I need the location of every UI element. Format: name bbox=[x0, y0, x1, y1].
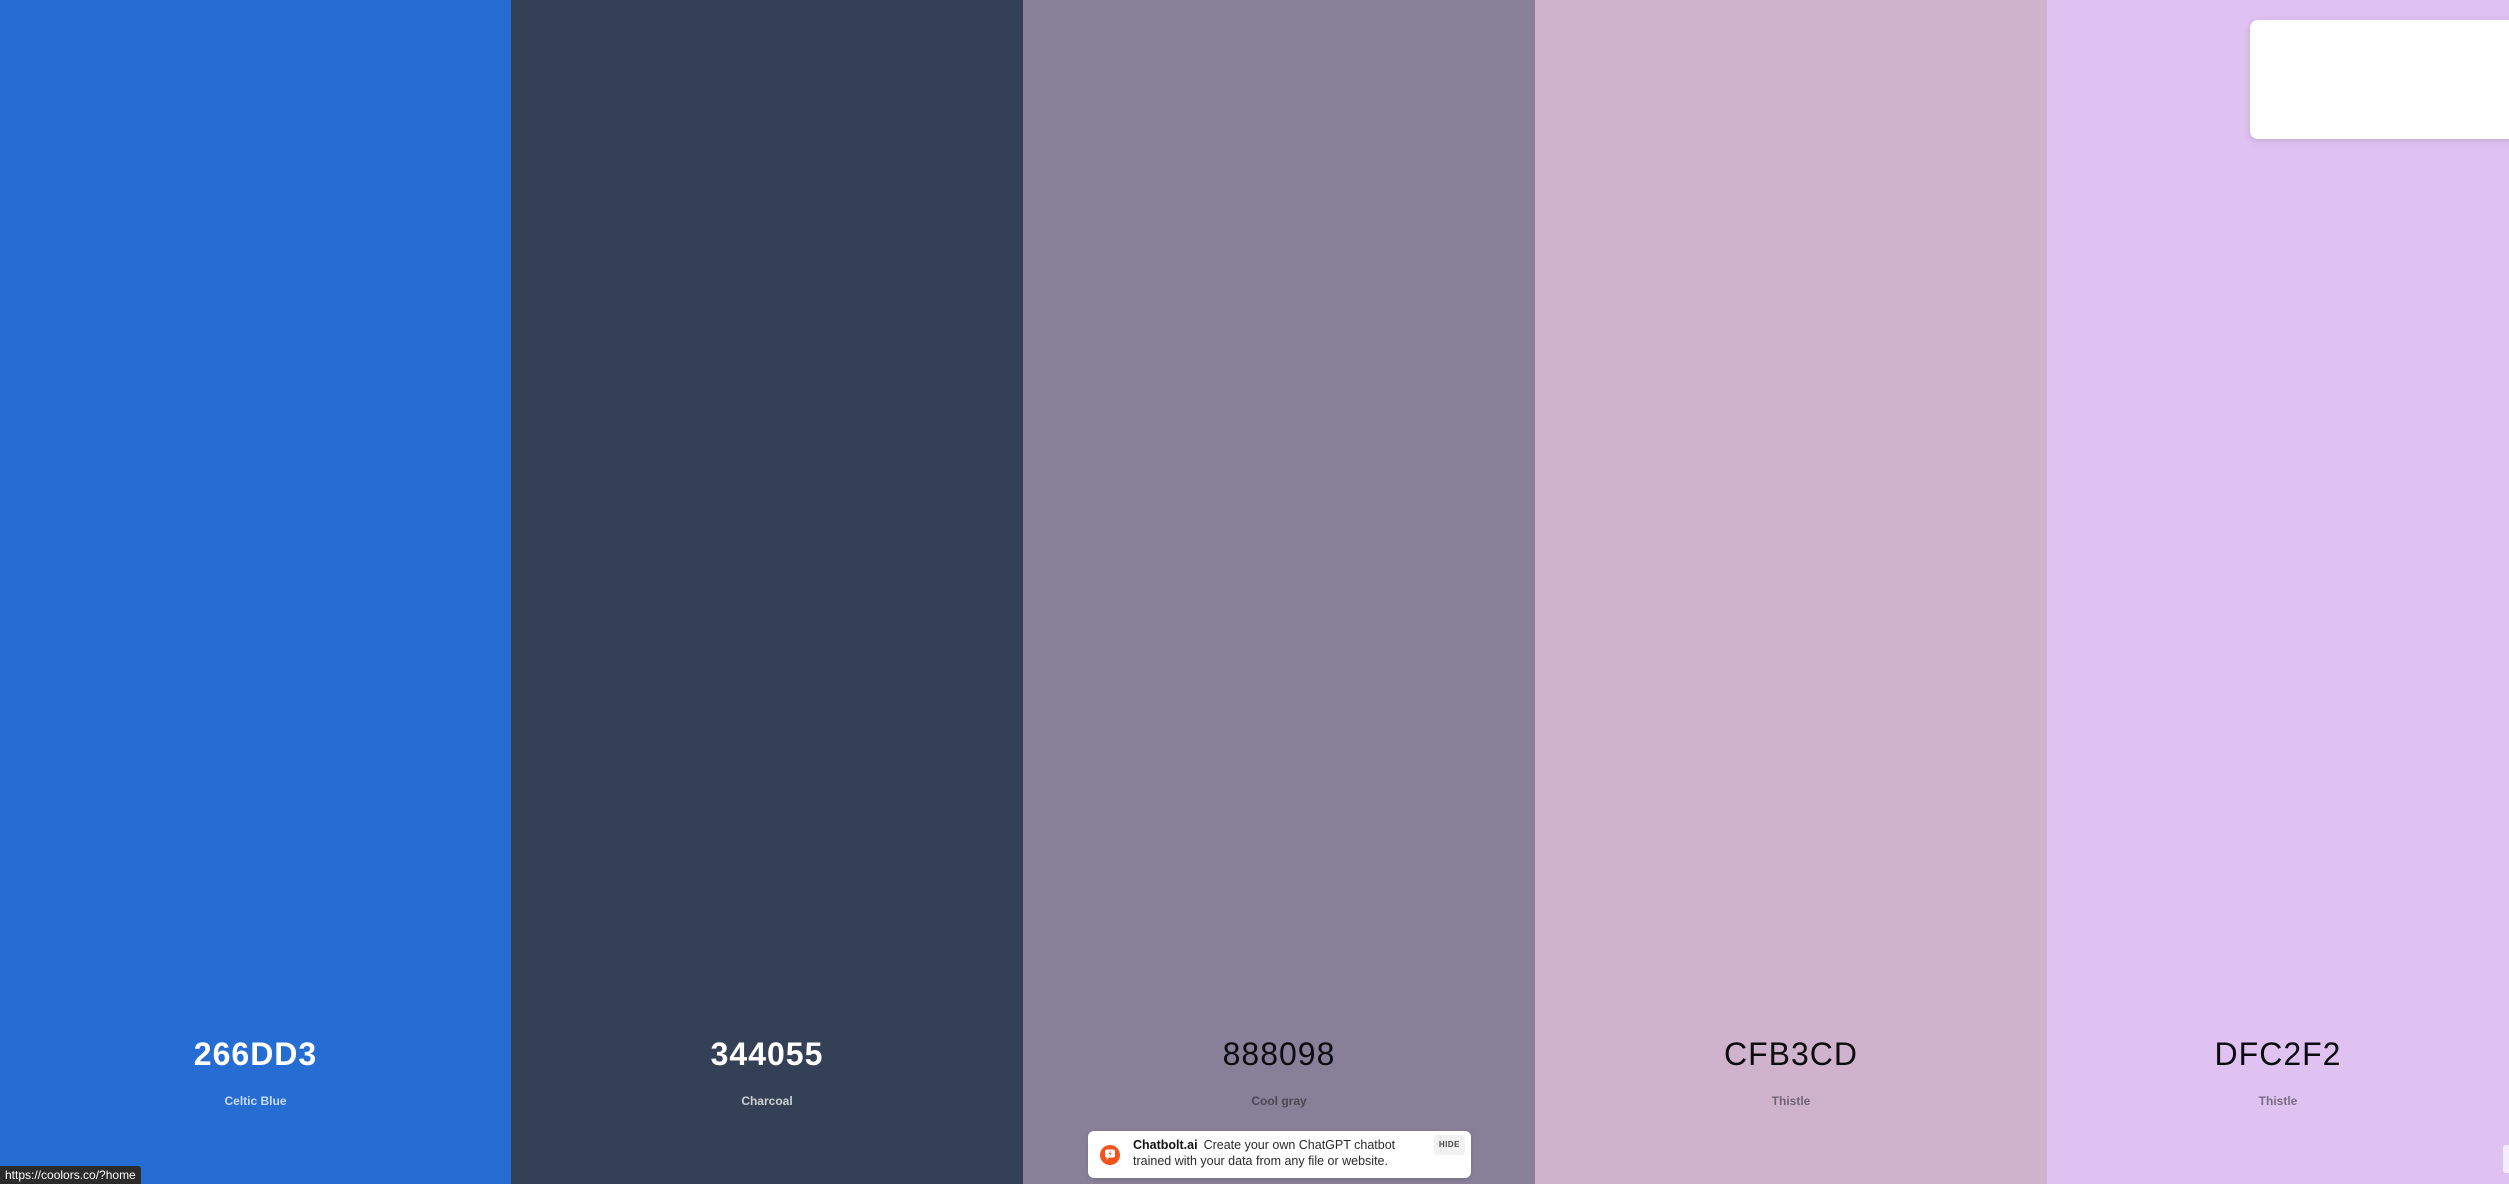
swatch-thistle-light[interactable]: DFC2F2 Thistle bbox=[2047, 0, 2509, 1184]
swatch-color-name[interactable]: Thistle bbox=[2047, 1094, 2509, 1108]
ad-banner[interactable]: Chatbolt.ai Create your own ChatGPT chatb… bbox=[1088, 1131, 1471, 1178]
scrollbar-thumb[interactable] bbox=[2503, 1145, 2509, 1173]
swatch-thistle[interactable]: CFB3CD Thistle bbox=[1535, 0, 2047, 1184]
swatch-hex-code[interactable]: DFC2F2 bbox=[2047, 1036, 2509, 1073]
chatbolt-logo-icon bbox=[1100, 1145, 1120, 1165]
ad-hide-button[interactable]: HIDE bbox=[1433, 1135, 1465, 1155]
swatch-celtic-blue[interactable]: 266DD3 Celtic Blue bbox=[0, 0, 511, 1184]
swatch-hex-code[interactable]: 266DD3 bbox=[0, 1036, 511, 1073]
ad-brand-name[interactable]: Chatbolt.ai bbox=[1133, 1138, 1198, 1152]
status-bar-url: https://coolors.co/?home bbox=[0, 1166, 141, 1184]
floating-panel bbox=[2250, 20, 2509, 139]
swatch-hex-code[interactable]: 888098 bbox=[1023, 1036, 1535, 1073]
swatch-color-name[interactable]: Cool gray bbox=[1023, 1094, 1535, 1108]
swatch-color-name[interactable]: Celtic Blue bbox=[0, 1094, 511, 1108]
swatch-hex-code[interactable]: 344055 bbox=[511, 1036, 1023, 1073]
swatch-color-name[interactable]: Charcoal bbox=[511, 1094, 1023, 1108]
swatch-hex-code[interactable]: CFB3CD bbox=[1535, 1036, 2047, 1073]
swatch-cool-gray[interactable]: 888098 Cool gray bbox=[1023, 0, 1535, 1184]
swatch-charcoal[interactable]: 344055 Charcoal bbox=[511, 0, 1023, 1184]
palette: 266DD3 Celtic Blue 344055 Charcoal 88809… bbox=[0, 0, 2509, 1184]
swatch-color-name[interactable]: Thistle bbox=[1535, 1094, 2047, 1108]
